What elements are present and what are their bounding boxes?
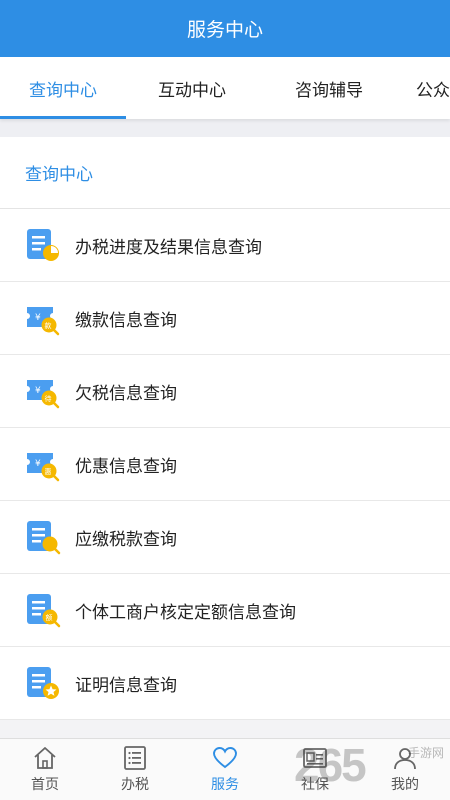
- tab-consulting[interactable]: 咨询辅导: [258, 57, 400, 119]
- list-item-payment-query[interactable]: ¥ 款 缴款信息查询: [0, 282, 450, 355]
- id-card-icon: [303, 748, 327, 768]
- tab-public[interactable]: 公众: [400, 57, 450, 119]
- list-item-label: 优惠信息查询: [75, 456, 177, 477]
- list-item-label: 缴款信息查询: [75, 310, 177, 331]
- doc-search-icon: [27, 521, 61, 555]
- section-title: 查询中心: [0, 137, 450, 209]
- nav-home[interactable]: 首页: [0, 739, 90, 800]
- section-title-label: 查询中心: [25, 165, 93, 185]
- list-item-tax-due-query[interactable]: 应缴税款查询: [0, 501, 450, 574]
- list-item-quota-query[interactable]: 额 个体工商户核定定额信息查询: [0, 574, 450, 647]
- nav-mine[interactable]: 我的: [360, 739, 450, 800]
- nav-service[interactable]: 服务: [180, 739, 270, 800]
- list-icon: [124, 746, 146, 770]
- doc-quota-icon: 额: [27, 594, 61, 628]
- list-item-label: 证明信息查询: [75, 675, 177, 696]
- list-item-label: 应缴税款查询: [75, 529, 177, 550]
- list-item-discount-query[interactable]: ¥ 惠 优惠信息查询: [0, 428, 450, 501]
- svg-text:惠: 惠: [45, 467, 52, 476]
- tab-bar: 查询中心 互动中心 咨询辅导 公众: [0, 57, 450, 119]
- tab-interaction-center[interactable]: 互动中心: [126, 57, 258, 119]
- list-item-label: 个体工商户核定定额信息查询: [75, 602, 296, 623]
- nav-tax[interactable]: 办税: [90, 739, 180, 800]
- nav-social-security[interactable]: 社保: [270, 739, 360, 800]
- bottom-nav: 首页 办税 服务 社保 我的: [0, 738, 450, 800]
- list-item-label: 欠税信息查询: [75, 383, 177, 404]
- list-item-progress-query[interactable]: 办税进度及结果信息查询: [0, 209, 450, 282]
- nav-label: 我的: [391, 777, 419, 793]
- list-item-arrears-query[interactable]: ¥ 待 欠税信息查询: [0, 355, 450, 428]
- doc-certificate-icon: [27, 667, 59, 699]
- user-icon: [394, 748, 416, 770]
- list-item-label: 办税进度及结果信息查询: [75, 237, 262, 258]
- tab-query-center[interactable]: 查询中心: [0, 57, 126, 119]
- heart-icon: [213, 747, 237, 769]
- section-gap: [0, 119, 450, 137]
- nav-label: 社保: [301, 777, 329, 793]
- app-header: 服务中心: [0, 0, 450, 57]
- progress-doc-icon: [27, 229, 59, 261]
- home-icon: [34, 747, 56, 769]
- nav-label: 办税: [121, 777, 149, 793]
- list-item-certificate-query[interactable]: 证明信息查询: [0, 647, 450, 720]
- svg-text:款: 款: [45, 321, 52, 330]
- svg-text:¥: ¥: [35, 459, 41, 469]
- ticket-owe-icon: ¥ 待: [27, 380, 60, 409]
- nav-label: 首页: [31, 777, 59, 793]
- svg-text:¥: ¥: [35, 386, 41, 396]
- ticket-discount-icon: ¥ 惠: [27, 453, 60, 482]
- ticket-pay-icon: ¥ 款: [27, 307, 60, 336]
- page-title: 服务中心: [186, 19, 263, 41]
- query-list: 办税进度及结果信息查询 ¥ 款 缴款信息查询 ¥ 待 欠税信息查询 ¥ 惠 优惠…: [0, 209, 450, 720]
- nav-label: 服务: [211, 777, 239, 793]
- svg-text:¥: ¥: [35, 313, 41, 323]
- svg-text:额: 额: [46, 613, 53, 622]
- svg-text:待: 待: [45, 394, 52, 403]
